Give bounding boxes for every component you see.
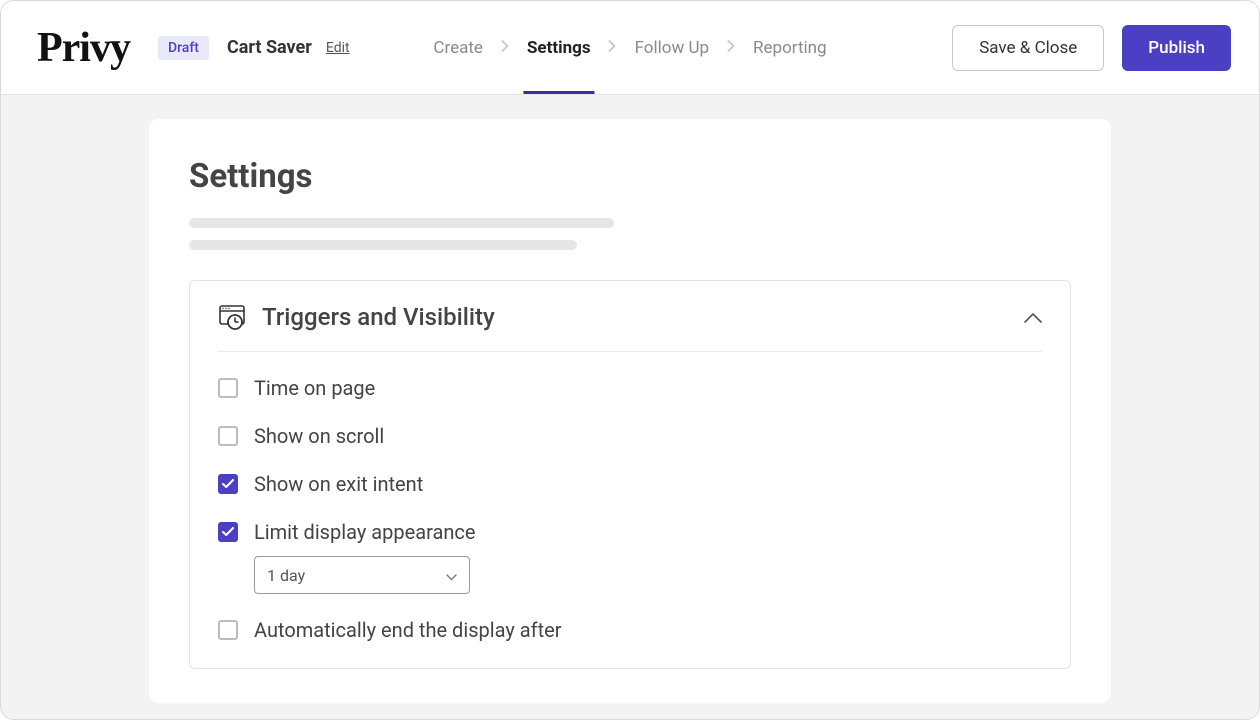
option-time-on-page: Time on page [218, 376, 1042, 400]
step-reporting[interactable]: Reporting [749, 1, 831, 94]
option-label: Limit display appearance [254, 520, 475, 544]
save-close-button[interactable]: Save & Close [952, 25, 1104, 71]
chevron-right-icon [609, 40, 617, 56]
checkbox-show-on-scroll[interactable] [218, 426, 238, 446]
triggers-visibility-panel: Triggers and Visibility Time on page [189, 280, 1071, 669]
option-label: Automatically end the display after [254, 618, 562, 642]
option-show-on-scroll: Show on scroll [218, 424, 1042, 448]
panel-title: Triggers and Visibility [262, 303, 495, 331]
chevron-right-icon [501, 40, 509, 56]
triggers-icon [218, 303, 246, 331]
checkbox-time-on-page[interactable] [218, 378, 238, 398]
chevron-down-icon [446, 566, 457, 585]
option-show-on-exit-intent: Show on exit intent [218, 472, 1042, 496]
step-follow-up[interactable]: Follow Up [631, 1, 713, 94]
option-limit-display-appearance: Limit display appearance [218, 520, 1042, 544]
step-nav: Create Settings Follow Up Reporting [429, 1, 830, 94]
option-auto-end-display: Automatically end the display after [218, 618, 1042, 642]
chevron-up-icon[interactable] [1024, 308, 1042, 327]
limit-display-select-wrap: 1 day [254, 556, 1042, 594]
step-settings[interactable]: Settings [523, 1, 595, 94]
placeholder-line [189, 240, 577, 250]
publish-button[interactable]: Publish [1122, 25, 1231, 71]
placeholder-line [189, 218, 614, 228]
chevron-right-icon [727, 40, 735, 56]
edit-link[interactable]: Edit [326, 40, 350, 56]
checkbox-auto-end-display[interactable] [218, 620, 238, 640]
option-label: Time on page [254, 376, 375, 400]
option-label: Show on exit intent [254, 472, 423, 496]
logo: Privy [37, 27, 130, 69]
topbar: Privy Draft Cart Saver Edit Create Setti… [1, 1, 1259, 95]
checkbox-show-on-exit-intent[interactable] [218, 474, 238, 494]
limit-display-select[interactable]: 1 day [254, 556, 470, 594]
checkbox-limit-display-appearance[interactable] [218, 522, 238, 542]
draft-badge: Draft [158, 36, 209, 60]
content-area: Settings [1, 95, 1259, 719]
step-create[interactable]: Create [429, 1, 487, 94]
settings-card: Settings [149, 119, 1111, 703]
panel-header[interactable]: Triggers and Visibility [218, 303, 1042, 352]
page-title: Settings [189, 157, 1071, 196]
option-label: Show on scroll [254, 424, 384, 448]
campaign-name: Cart Saver [227, 37, 312, 58]
select-value: 1 day [267, 566, 305, 585]
